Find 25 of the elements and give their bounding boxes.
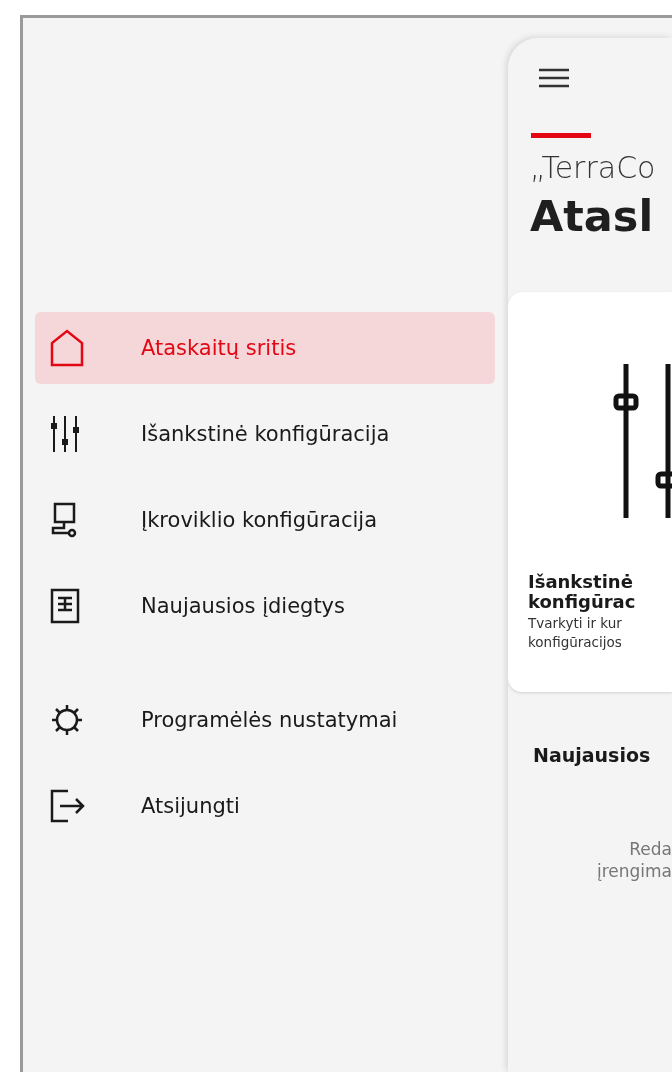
nav-item[interactable]: Išankstinė konfigūracija — [35, 398, 495, 470]
card-description: konfigūracijos — [528, 634, 623, 650]
card-title: Išankstinė — [528, 572, 634, 592]
sliders-icon — [50, 415, 80, 453]
section-heading: Naujausios — [533, 744, 652, 766]
nav-item[interactable]: Naujausios įdiegtys — [35, 570, 495, 642]
menu-icon — [538, 66, 570, 90]
app-subtitle: „TerraCo — [530, 150, 657, 186]
nav-item[interactable]: Programėlės nustatymai — [35, 684, 495, 756]
preset-card[interactable]: Išankstinė konfigūrac Tvarkyti ir kur konfigūracijos — [508, 292, 672, 692]
nav-item[interactable]: Ataskaitų sritis — [35, 312, 495, 384]
nav-item[interactable]: Atsijungti — [35, 770, 495, 842]
nav-item[interactable]: Įkroviklio konfigūracija — [35, 484, 495, 556]
home-icon — [50, 329, 84, 367]
card-description: Tvarkyti ir kur — [528, 615, 623, 631]
computer-plug-icon — [50, 502, 78, 538]
logout-icon — [50, 789, 86, 823]
accent-bar — [531, 133, 591, 138]
document-icon — [50, 588, 80, 624]
menu-button[interactable] — [538, 66, 570, 90]
card-title: konfigūrac — [528, 592, 637, 612]
settings-icon — [50, 703, 84, 737]
empty-message: įrengima — [595, 860, 672, 882]
page-title: Atasl — [530, 190, 655, 242]
empty-message: Reda — [628, 838, 672, 860]
